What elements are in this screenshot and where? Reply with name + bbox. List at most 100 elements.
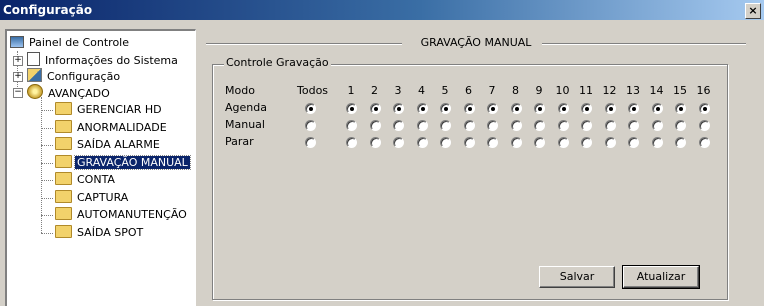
all-channels-radio[interactable] [305, 137, 316, 148]
tree-connector [41, 232, 53, 234]
channel-radio[interactable] [534, 120, 545, 131]
channel-radio[interactable] [393, 120, 404, 131]
tree-node-system-info[interactable]: Informações do Sistema [27, 52, 180, 68]
channel-radio[interactable] [534, 137, 545, 148]
monitor-icon [10, 36, 24, 48]
tree-connector [41, 197, 53, 199]
mode-label: Agenda [225, 101, 267, 114]
close-button[interactable]: × [745, 3, 761, 19]
channel-radio[interactable] [651, 103, 663, 114]
channel-radio[interactable] [651, 137, 663, 148]
channel-radio[interactable] [487, 137, 498, 148]
tree-node-advanced-item[interactable]: CAPTURA [55, 189, 130, 206]
channel-header: 2 [371, 84, 378, 97]
channel-header: 12 [602, 84, 617, 97]
channel-header: 15 [673, 84, 687, 97]
all-channels-radio[interactable] [305, 103, 316, 114]
all-channels-radio[interactable] [305, 120, 316, 131]
channel-radio[interactable] [440, 103, 451, 114]
channel-radio[interactable] [604, 137, 616, 148]
expander-icon[interactable]: + [13, 56, 23, 66]
channel-header: 13 [626, 84, 640, 97]
channel-radio[interactable] [557, 103, 569, 114]
section-header: GRAVAÇÃO MANUAL [206, 36, 746, 50]
channel-header: 4 [418, 84, 425, 97]
refresh-button[interactable]: Atualizar [622, 265, 700, 289]
channel-radio[interactable] [393, 137, 404, 148]
channel-radio[interactable] [440, 137, 451, 148]
channel-header: 6 [465, 84, 472, 97]
channel-radio[interactable] [440, 120, 451, 131]
channel-radio[interactable] [510, 137, 522, 148]
channel-radio[interactable] [346, 103, 357, 114]
tree-node-advanced-item[interactable]: GRAVAÇÃO MANUAL [55, 154, 191, 171]
channel-radio[interactable] [698, 103, 710, 114]
mode-header: Modo [225, 84, 255, 97]
channel-radio[interactable] [463, 103, 475, 114]
tree-node-advanced-item[interactable]: ANORMALIDADE [55, 119, 169, 136]
channel-radio[interactable] [581, 103, 592, 114]
navigation-tree: Painel de Controle + Informações do Siste… [5, 29, 196, 306]
channel-radio[interactable] [369, 137, 381, 148]
channel-radio[interactable] [557, 137, 569, 148]
channel-radio[interactable] [510, 103, 522, 114]
channel-radio[interactable] [557, 120, 569, 131]
advanced-icon [27, 84, 43, 99]
channel-radio[interactable] [675, 137, 686, 148]
channel-radio[interactable] [628, 103, 639, 114]
channel-radio[interactable] [651, 120, 663, 131]
tree-node-advanced-item[interactable]: SAÍDA ALARME [55, 137, 162, 153]
channel-radio[interactable] [510, 120, 522, 131]
tree-node-configuration[interactable]: Configuração [27, 68, 122, 84]
channel-header: 9 [535, 84, 543, 97]
folder-icon [55, 119, 72, 133]
channel-radio[interactable] [604, 120, 616, 131]
channel-radio[interactable] [369, 103, 381, 114]
tree-node-advanced-item[interactable]: AUTOMANUTENÇÃO [55, 207, 189, 223]
tree-node-advanced-item[interactable]: SAÍDA SPOT [55, 224, 145, 241]
mode-label: Manual [225, 118, 265, 131]
channel-radio[interactable] [393, 103, 404, 114]
channel-radio[interactable] [628, 137, 639, 148]
tree-connector [41, 215, 53, 216]
group-title: Controle Gravação [224, 56, 331, 69]
channel-header: 11 [579, 84, 593, 97]
channel-radio[interactable] [463, 120, 475, 131]
info-icon [27, 52, 40, 66]
channel-radio[interactable] [698, 137, 710, 148]
channel-radio[interactable] [581, 137, 592, 148]
channel-radio[interactable] [463, 137, 475, 148]
channel-radio[interactable] [416, 103, 428, 114]
channel-header: 7 [488, 84, 496, 97]
tree-node-advanced[interactable]: AVANÇADO [27, 84, 112, 100]
tree-connector [41, 145, 53, 146]
channel-radio[interactable] [675, 103, 686, 114]
expander-icon[interactable]: − [13, 88, 23, 98]
tree-connector [41, 97, 42, 233]
channel-radio[interactable] [534, 103, 545, 114]
tree-connector [41, 110, 53, 111]
tree-node-control-panel[interactable]: Painel de Controle [10, 35, 131, 51]
channel-radio[interactable] [416, 137, 428, 148]
folder-icon [55, 189, 72, 203]
tree-connector [41, 127, 53, 129]
channel-radio[interactable] [698, 120, 710, 131]
channel-radio[interactable] [346, 120, 357, 131]
channel-radio[interactable] [604, 103, 616, 114]
folder-icon [55, 207, 72, 220]
channel-radio[interactable] [675, 120, 686, 131]
channel-header: 16 [696, 84, 711, 97]
channel-radio[interactable] [581, 120, 592, 131]
mode-label: Parar [225, 135, 254, 148]
channel-header: 14 [649, 84, 664, 97]
channel-radio[interactable] [628, 120, 639, 131]
channel-radio[interactable] [369, 120, 381, 131]
save-button[interactable]: Salvar [539, 266, 615, 288]
tree-node-advanced-item[interactable]: GERENCIAR HD [55, 102, 164, 118]
channel-radio[interactable] [346, 137, 357, 148]
tree-node-advanced-item[interactable]: CONTA [55, 172, 117, 188]
channel-radio[interactable] [487, 120, 498, 131]
expander-icon[interactable]: + [13, 72, 23, 82]
channel-radio[interactable] [487, 103, 498, 114]
channel-radio[interactable] [416, 120, 428, 131]
